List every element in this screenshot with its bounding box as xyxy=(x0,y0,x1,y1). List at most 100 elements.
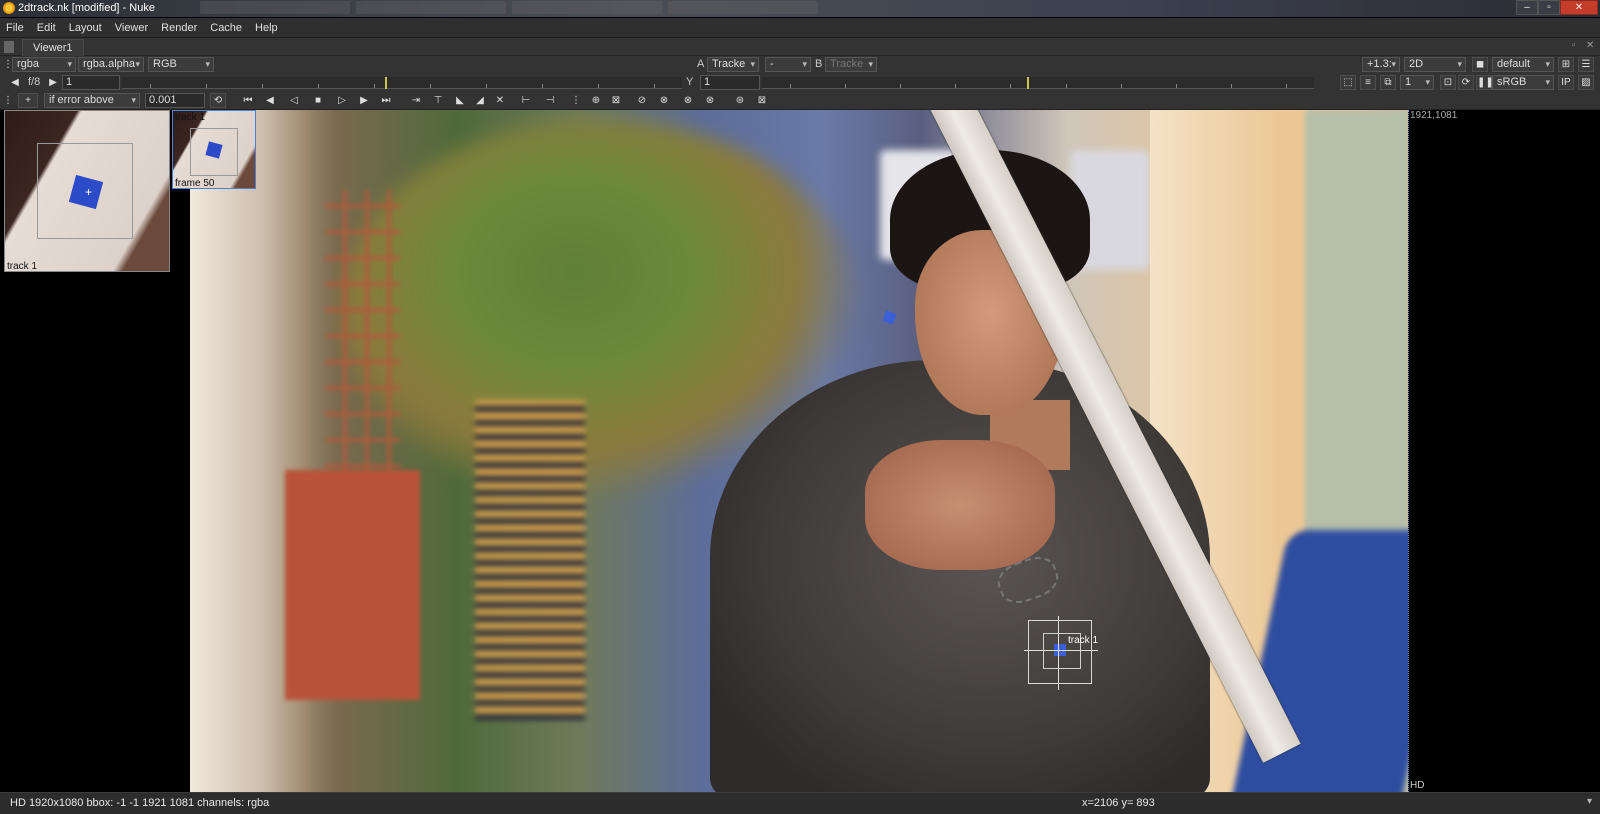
camera-icon[interactable]: ◼ xyxy=(1472,57,1488,72)
menu-bar: File Edit Layout Viewer Render Cache Hel… xyxy=(0,18,1600,38)
toolbar-grip-icon: ⋮ xyxy=(3,59,13,70)
format-info: HD 1920x1080 bbox: -1 -1 1921 1081 chann… xyxy=(10,797,270,809)
gain-slider[interactable] xyxy=(122,77,682,89)
menu-layout[interactable]: Layout xyxy=(69,22,102,34)
fstop-label: f/8 xyxy=(28,76,41,88)
gamma-field[interactable]: 1 xyxy=(700,75,760,90)
clip-warning-icon[interactable]: ≡ xyxy=(1360,75,1376,90)
proxy-dropdown[interactable]: 1 xyxy=(1400,75,1434,90)
close-button[interactable]: ✕ xyxy=(1560,0,1598,15)
proxy-icon[interactable]: ⧉ xyxy=(1380,75,1396,90)
keyframe-icon[interactable]: ⊤ xyxy=(430,93,446,108)
input-process-button[interactable]: IP xyxy=(1558,75,1574,90)
compare-mode-dropdown[interactable]: - xyxy=(765,57,811,72)
more-options-icon[interactable]: ⋮ xyxy=(568,93,584,108)
track-crosshair-v xyxy=(1058,616,1059,690)
pause-icon[interactable]: ❚❚ xyxy=(1476,75,1494,90)
track-crosshair-h xyxy=(1024,650,1098,651)
nuke-app-icon xyxy=(3,2,15,14)
clear-all-icon[interactable]: ⊗ xyxy=(656,93,672,108)
format-boundary-right xyxy=(1408,110,1409,792)
input-a-dropdown[interactable]: Tracke xyxy=(707,57,759,72)
gamma-slider[interactable] xyxy=(762,77,1314,89)
track-label: track 1 xyxy=(1068,635,1099,646)
menu-help[interactable]: Help xyxy=(255,22,278,34)
zoom-window-reference[interactable]: track 1 frame 50 xyxy=(172,110,256,189)
status-bar: HD 1920x1080 bbox: -1 -1 1921 1081 chann… xyxy=(0,792,1600,814)
track-previous-icon[interactable]: ◀ xyxy=(262,93,278,108)
window-controls: – ▫ ✕ xyxy=(1516,0,1598,15)
refresh-icon[interactable]: ⟳ xyxy=(1458,75,1474,90)
menu-cache[interactable]: Cache xyxy=(210,22,242,34)
center-viewer-icon[interactable]: ⊕ xyxy=(588,93,604,108)
viewer-settings-icon[interactable]: ☰ xyxy=(1578,57,1594,72)
background-tabs xyxy=(200,1,820,15)
clear-fg-icon[interactable]: ⊗ xyxy=(702,93,718,108)
channels-dropdown[interactable]: rgba xyxy=(12,57,76,72)
auto-track-icon[interactable]: ⊛ xyxy=(732,93,748,108)
track-forward-icon[interactable]: ▷ xyxy=(334,93,350,108)
zoom-window-large[interactable]: + track 1 xyxy=(4,110,170,272)
menu-edit[interactable]: Edit xyxy=(37,22,56,34)
stop-icon[interactable]: ■ xyxy=(310,93,326,108)
tracker-toolbar: ⋮ + if error above 0.001 ⟲ ⏮ ◀ ◁ ■ ▷ ▶ ⏭… xyxy=(0,92,1600,110)
reference-window-frame: frame 50 xyxy=(175,178,215,189)
add-key-icon[interactable]: ◢ xyxy=(472,93,488,108)
input-b-dropdown[interactable]: Tracke xyxy=(825,57,877,72)
status-expand-icon[interactable]: ▾ xyxy=(1587,796,1592,807)
track-next-icon[interactable]: ▶ xyxy=(356,93,372,108)
set-key-icon[interactable]: ◣ xyxy=(452,93,468,108)
viewer-canvas[interactable]: track 1 + track 1 track 1 frame 50 1921,… xyxy=(0,110,1600,792)
track-to-first-icon[interactable]: ⏮ xyxy=(240,93,256,108)
fstop-decrease-icon[interactable]: ◀ xyxy=(10,75,20,90)
colorspace-dropdown[interactable]: sRGB xyxy=(1492,75,1554,90)
gamma-slider-handle[interactable] xyxy=(1026,77,1029,89)
cursor-coordinates: x=2106 y= 893 xyxy=(1082,797,1155,809)
track-range-icon[interactable]: ⇥ xyxy=(408,93,424,108)
delete-key-icon[interactable]: ✕ xyxy=(492,93,508,108)
bbox-top-right-label: 1921,1081 xyxy=(1410,110,1458,121)
menu-render[interactable]: Render xyxy=(161,22,197,34)
roi-icon[interactable]: ⊞ xyxy=(1558,57,1574,72)
minimize-button[interactable]: – xyxy=(1516,0,1538,15)
menu-viewer[interactable]: Viewer xyxy=(115,22,148,34)
window-title: 2dtrack.nk [modified] - Nuke xyxy=(18,2,155,14)
display-channel-dropdown[interactable]: RGB xyxy=(148,57,214,72)
input-b-label: B xyxy=(815,58,823,70)
alpha-channel-dropdown[interactable]: rgba.alpha xyxy=(78,57,144,72)
fullframe-icon[interactable]: ⊡ xyxy=(1440,75,1456,90)
add-track-icon[interactable]: + xyxy=(18,93,38,108)
link-icon[interactable]: ⟲ xyxy=(210,93,226,108)
pane-dock-icon[interactable] xyxy=(4,41,14,53)
error-threshold-field[interactable]: 0.001 xyxy=(145,93,205,108)
clear-forward-icon[interactable]: ⊢ xyxy=(518,93,534,108)
lut-dropdown[interactable]: default xyxy=(1492,57,1554,72)
maximize-button[interactable]: ▫ xyxy=(1538,0,1560,15)
zoom-window-icon[interactable]: ⊠ xyxy=(608,93,624,108)
close-pane-icon[interactable]: ✕ xyxy=(1586,40,1594,51)
clear-bg-icon[interactable]: ⊗ xyxy=(680,93,696,108)
float-pane-icon[interactable]: ▫ xyxy=(1572,40,1576,51)
zoom-dropdown[interactable]: +1.3: xyxy=(1362,57,1400,72)
zoom-crosshair-icon: + xyxy=(85,185,93,199)
viewer-tab-row: Viewer1 ▫ ✕ xyxy=(0,38,1600,56)
track-to-last-icon[interactable]: ⏭ xyxy=(378,93,394,108)
view-mode-dropdown[interactable]: 2D xyxy=(1404,57,1466,72)
track-backward-icon[interactable]: ◁ xyxy=(286,93,302,108)
gain-slider-handle[interactable] xyxy=(385,77,388,89)
gain-field[interactable]: 1 xyxy=(62,75,120,90)
fstop-increase-icon[interactable]: ▶ xyxy=(48,75,58,90)
hands-region xyxy=(865,440,1055,570)
error-mode-dropdown[interactable]: if error above xyxy=(44,93,140,108)
region-icon[interactable]: ⬚ xyxy=(1340,75,1356,90)
menu-file[interactable]: File xyxy=(6,22,24,34)
filter-icon[interactable]: ⊘ xyxy=(634,93,650,108)
clear-backward-icon[interactable]: ⊣ xyxy=(542,93,558,108)
reference-window-title: track 1 xyxy=(175,112,206,123)
title-bar: 2dtrack.nk [modified] - Nuke – ▫ ✕ xyxy=(0,0,1600,17)
trellis-region xyxy=(325,190,400,490)
reset-icon[interactable]: ⊠ xyxy=(754,93,770,108)
wipe-icon[interactable]: ▨ xyxy=(1578,75,1594,90)
tab-viewer1[interactable]: Viewer1 xyxy=(22,39,84,56)
plate-image[interactable]: track 1 xyxy=(190,110,1408,792)
